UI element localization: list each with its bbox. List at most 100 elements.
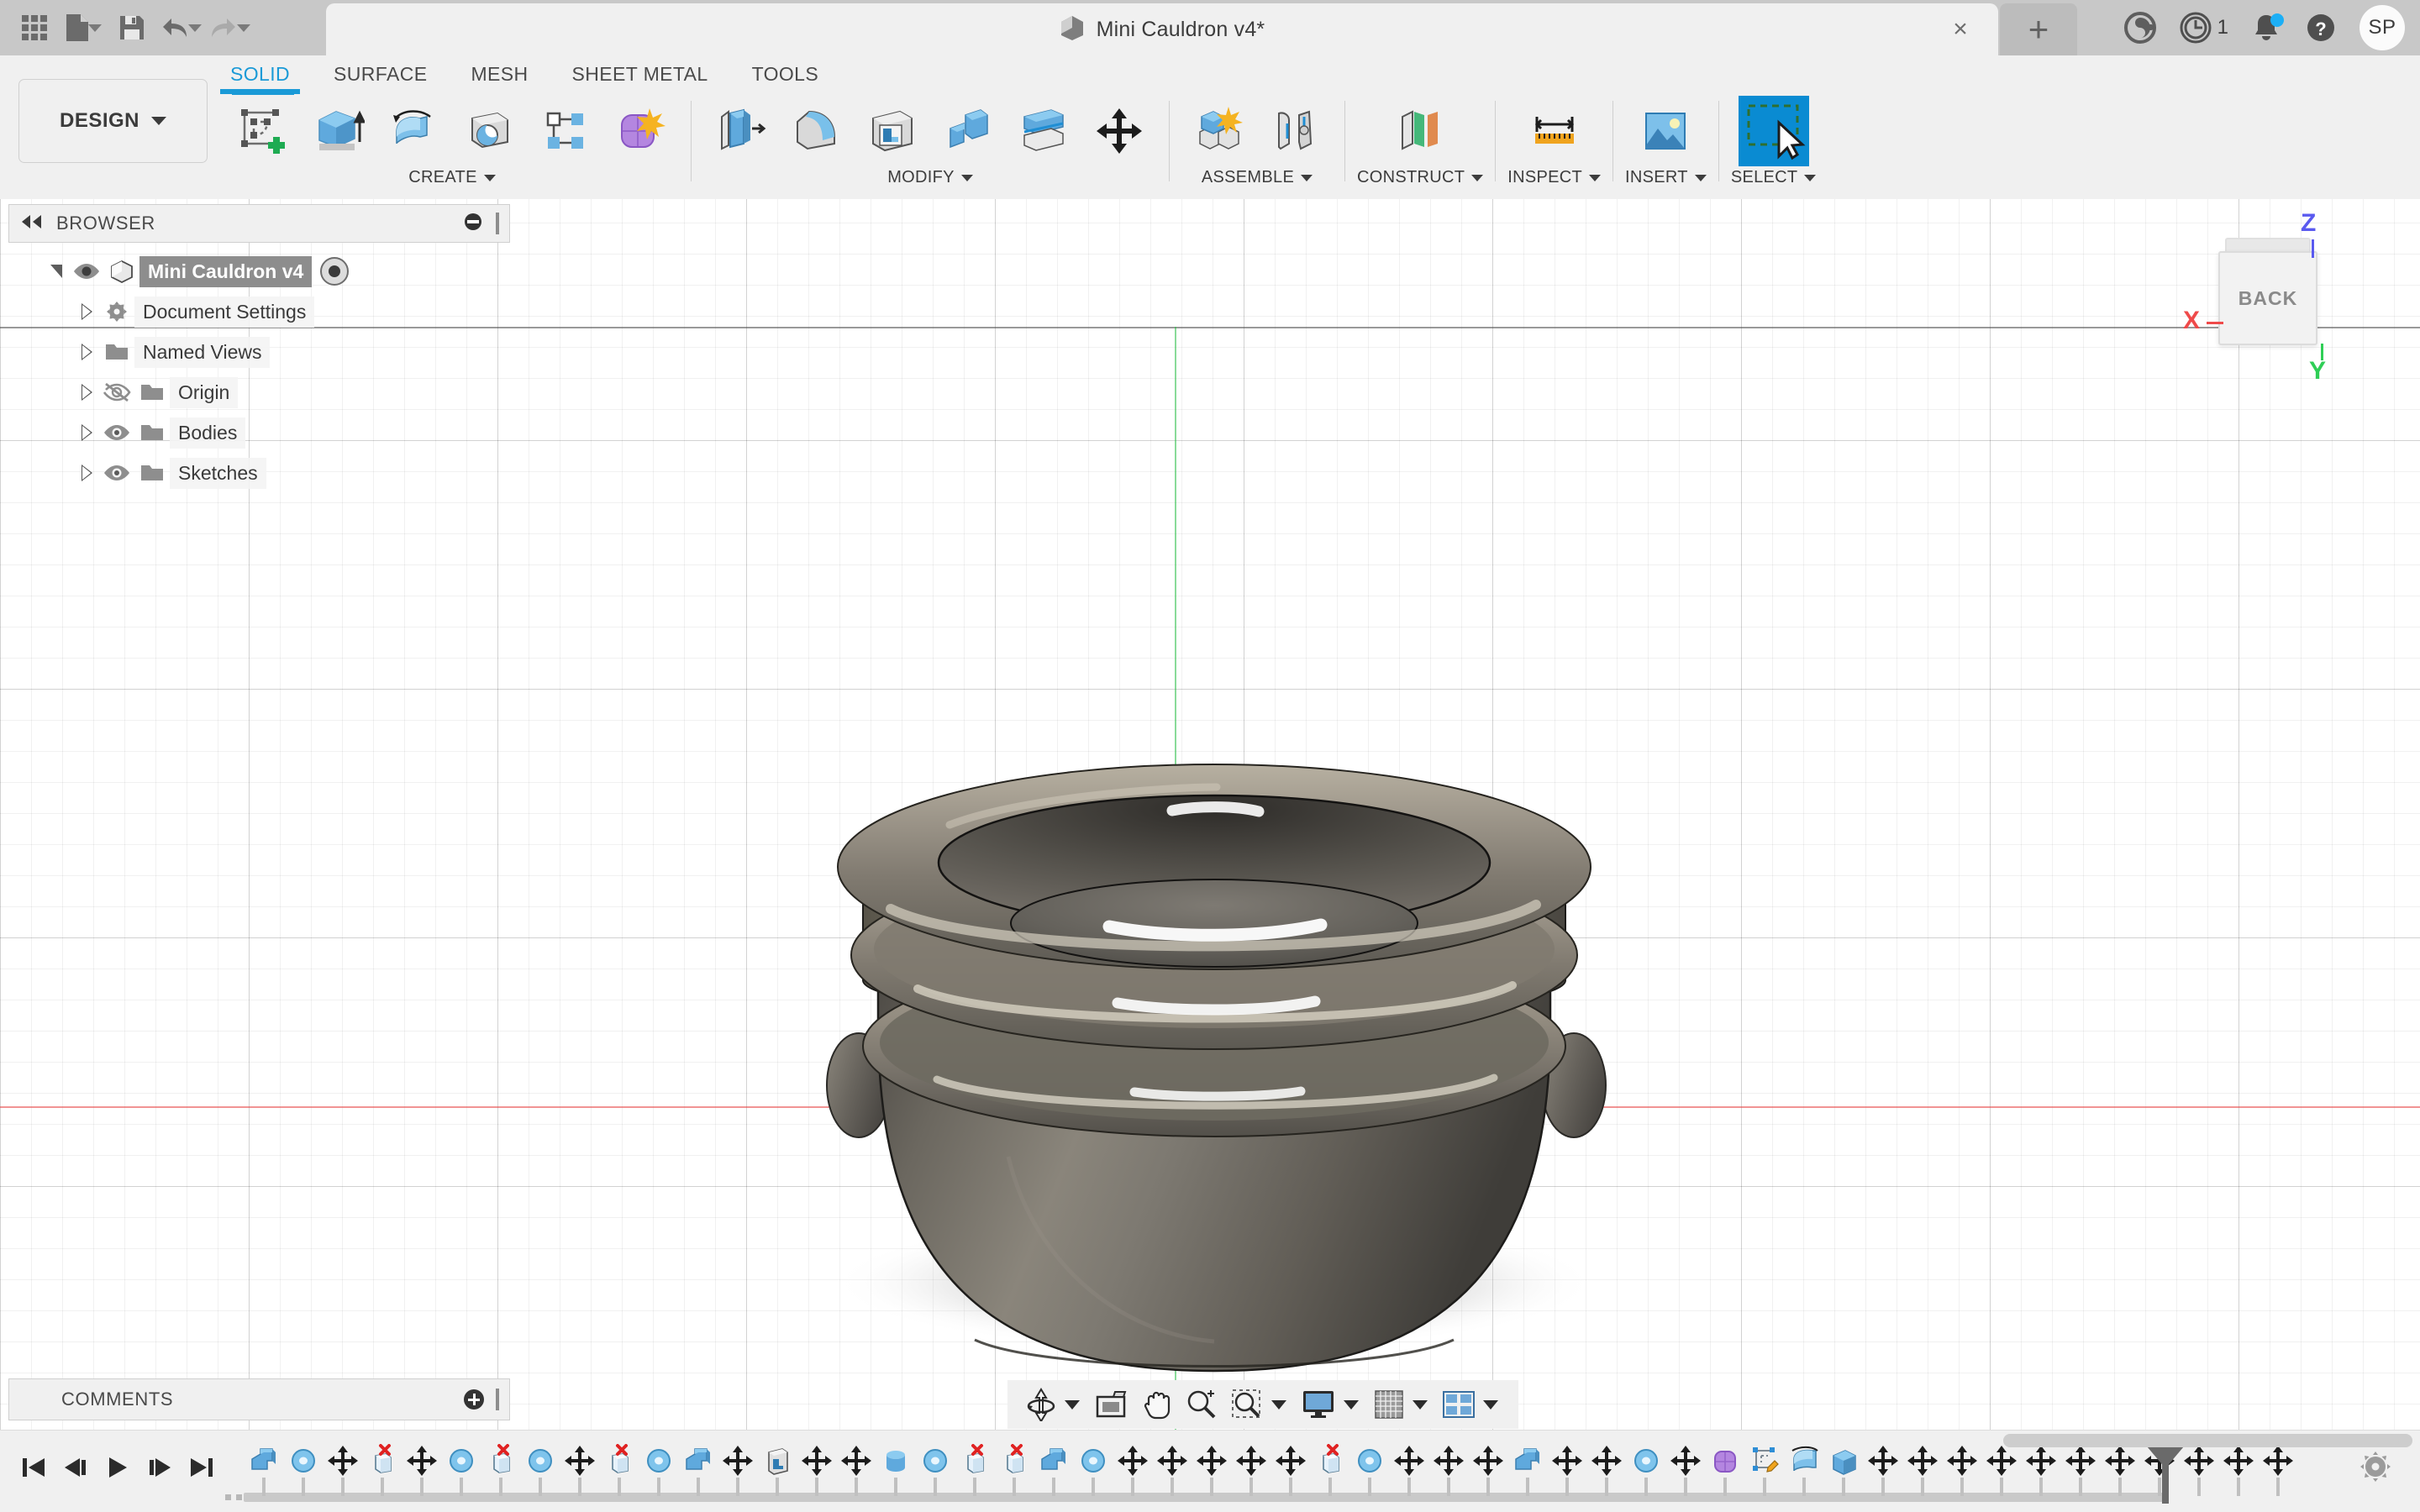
go-to-beginning-icon[interactable] (15, 1444, 52, 1491)
tab-solid[interactable]: SOLID (208, 55, 312, 94)
timeline-feature-move[interactable] (1428, 1439, 1468, 1504)
expand-toggle[interactable] (74, 339, 99, 365)
timeline-feature-extrude[interactable] (1507, 1439, 1547, 1504)
timeline-feature-fillet[interactable] (520, 1439, 560, 1504)
step-back-icon[interactable] (57, 1444, 94, 1491)
panel-label-assemble[interactable]: ASSEMBLE (1202, 168, 1313, 187)
timeline-feature-move[interactable] (2060, 1439, 2100, 1504)
timeline-feature-move[interactable] (1981, 1439, 2021, 1504)
panel-label-select[interactable]: SELECT (1731, 168, 1817, 187)
timeline-end-marker[interactable] (2147, 1446, 2184, 1504)
redo-caret-icon[interactable] (237, 24, 250, 32)
timeline-feature-fillet[interactable] (283, 1439, 323, 1504)
zoom-icon[interactable] (1179, 1380, 1224, 1429)
comments-resize-handle[interactable] (496, 1389, 499, 1410)
new-file-icon[interactable] (60, 4, 106, 51)
timeline-feature-delete-face[interactable] (955, 1439, 994, 1504)
timeline-feature-fillet[interactable] (1626, 1439, 1665, 1504)
look-at-icon[interactable] (1088, 1380, 1135, 1429)
timeline-feature-move[interactable] (836, 1439, 876, 1504)
timeline-feature-move[interactable] (2218, 1439, 2258, 1504)
timeline-feature-move[interactable] (2258, 1439, 2297, 1504)
timeline-feature-move[interactable] (1113, 1439, 1152, 1504)
timeline-feature-delete-face[interactable] (481, 1439, 520, 1504)
zoom-window-icon[interactable] (1224, 1380, 1270, 1429)
save-icon[interactable] (109, 4, 155, 51)
timeline-feature-extrude[interactable] (1034, 1439, 1073, 1504)
orbit-icon[interactable] (1019, 1380, 1063, 1429)
timeline-feature-move[interactable] (1665, 1439, 1705, 1504)
timeline-feature-move[interactable] (1152, 1439, 1192, 1504)
timeline-feature-revolve[interactable] (876, 1439, 915, 1504)
expand-toggle[interactable] (74, 380, 99, 405)
timeline-feature-move[interactable] (797, 1439, 836, 1504)
timeline-feature-move[interactable] (2021, 1439, 2060, 1504)
timeline-feature-move[interactable] (402, 1439, 441, 1504)
tree-item-sketches[interactable]: Sketches (8, 453, 510, 493)
go-to-end-icon[interactable] (183, 1444, 220, 1491)
timeline-settings-icon[interactable] (2358, 1449, 2393, 1488)
timeline-scrollbar[interactable] (2003, 1434, 2412, 1447)
timeline-feature-align[interactable] (1942, 1439, 1981, 1504)
tree-item-named-views[interactable]: Named Views (8, 332, 510, 372)
create-form-icon[interactable] (603, 96, 679, 166)
timeline-feature-move[interactable] (2100, 1439, 2139, 1504)
timeline-feature-move[interactable] (560, 1439, 599, 1504)
move-copy-icon[interactable] (1081, 96, 1157, 166)
visibility-icon[interactable] (69, 261, 104, 281)
timeline-feature-move[interactable] (1389, 1439, 1428, 1504)
minimize-icon[interactable] (462, 211, 484, 237)
expand-toggle[interactable] (44, 259, 69, 284)
combine-icon[interactable] (930, 96, 1006, 166)
panel-label-construct[interactable]: CONSTRUCT (1357, 168, 1484, 187)
split-body-icon[interactable] (1006, 96, 1081, 166)
visibility-icon[interactable] (99, 463, 134, 483)
visibility-off-icon[interactable] (99, 382, 134, 402)
timeline-track[interactable] (235, 1439, 2319, 1504)
tree-item-document-settings[interactable]: Document Settings (8, 291, 510, 332)
notifications-icon[interactable] (2250, 12, 2284, 44)
avatar[interactable]: SP (2360, 5, 2405, 50)
timeline-feature-extrude[interactable] (678, 1439, 718, 1504)
view-cube-front-face[interactable]: BACK (2218, 251, 2317, 345)
grid-snaps-icon[interactable] (1367, 1380, 1411, 1429)
timeline-feature-shell[interactable] (757, 1439, 797, 1504)
comments-panel[interactable]: COMMENTS (8, 1378, 510, 1420)
timeline-feature-fillet[interactable] (639, 1439, 678, 1504)
orbit-caret-icon[interactable] (1065, 1399, 1080, 1410)
timeline-feature-delete-face[interactable] (994, 1439, 1034, 1504)
add-comment-icon[interactable] (464, 1389, 484, 1410)
timeline-feature-delete-face[interactable] (1310, 1439, 1349, 1504)
help-icon[interactable]: ? (2304, 11, 2338, 45)
play-icon[interactable] (99, 1444, 136, 1491)
redo-icon[interactable] (207, 4, 252, 51)
expand-toggle[interactable] (74, 299, 99, 324)
tree-item-bodies[interactable]: Bodies (8, 412, 510, 453)
panel-label-insert[interactable]: INSERT (1625, 168, 1707, 187)
visibility-icon[interactable] (99, 423, 134, 443)
press-pull-icon[interactable] (703, 96, 779, 166)
tab-tools[interactable]: TOOLS (730, 55, 841, 92)
fillet-icon[interactable] (779, 96, 855, 166)
insert-image-icon[interactable] (1628, 96, 1703, 166)
sweep-icon[interactable] (452, 96, 528, 166)
timeline-feature-move[interactable] (1586, 1439, 1626, 1504)
timeline-feature-sweep[interactable] (1784, 1439, 1823, 1504)
pattern-icon[interactable] (528, 96, 603, 166)
workspace-selector[interactable]: DESIGN (18, 79, 208, 163)
timeline-feature-fillet[interactable] (1349, 1439, 1389, 1504)
panel-label-create[interactable]: CREATE (408, 168, 496, 187)
timeline-feature-fillet[interactable] (1073, 1439, 1113, 1504)
timeline-feature-extrude[interactable] (244, 1439, 283, 1504)
tab-mesh[interactable]: MESH (449, 55, 550, 92)
display-settings-icon[interactable] (1295, 1380, 1342, 1429)
viewports-icon[interactable] (1436, 1380, 1481, 1429)
timeline-feature-move[interactable] (718, 1439, 757, 1504)
new-file-caret-icon[interactable] (88, 24, 102, 32)
timeline-feature-box[interactable] (1823, 1439, 1863, 1504)
timeline-feature-fillet[interactable] (915, 1439, 955, 1504)
timeline-feature-delete-face[interactable] (599, 1439, 639, 1504)
measure-icon[interactable] (1517, 96, 1592, 166)
expand-toggle[interactable] (74, 460, 99, 486)
grid-snaps-caret-icon[interactable] (1413, 1399, 1428, 1410)
